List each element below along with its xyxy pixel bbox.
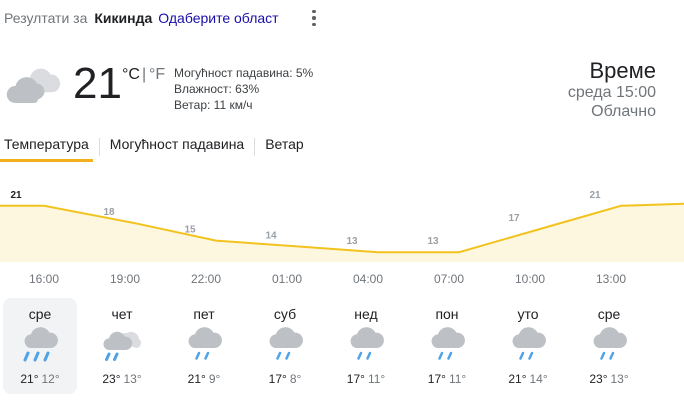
temperature-data-label: 18	[103, 207, 115, 218]
temperature-data-label: 15	[184, 225, 196, 236]
day-temps: 23° 13°	[572, 372, 646, 386]
light-rain-icon	[188, 327, 222, 360]
hour-label: 04:00	[352, 272, 384, 286]
results-prefix: Резултати за	[4, 10, 88, 26]
temperature-data-label: 13	[346, 236, 358, 247]
cloudy-icon	[6, 68, 61, 103]
day-low: 13°	[123, 372, 142, 386]
day-forecast[interactable]: чет 23° 13°	[85, 298, 159, 394]
day-temps: 21° 14°	[491, 372, 565, 386]
day-name: чет	[111, 306, 133, 322]
day-forecast[interactable]: нед 17° 11°	[329, 298, 403, 394]
day-low: 14°	[529, 372, 548, 386]
results-location: Кикинда	[94, 10, 153, 26]
day-name: суб	[273, 306, 297, 322]
hour-label: 07:00	[433, 272, 465, 286]
unit-fahrenheit[interactable]: °F	[149, 66, 165, 84]
humidity: Влажност: 63%	[174, 82, 260, 96]
chart-tabs: Температура Могућност падавина Ветар	[0, 132, 308, 162]
hour-label: 10:00	[514, 272, 546, 286]
hour-label: 16:00	[28, 272, 60, 286]
day-high: 17°	[346, 372, 365, 386]
rain-icon	[23, 327, 58, 362]
tab-precipitation[interactable]: Могућност падавина	[106, 132, 248, 162]
partly-cloudy-rain-icon	[103, 331, 141, 361]
day-forecast[interactable]: суб 17° 8°	[248, 298, 322, 394]
tab-temperature[interactable]: Температура	[0, 132, 93, 162]
temperature-data-label: 14	[265, 230, 277, 241]
day-high: 23°	[102, 372, 121, 386]
wind-speed: Ветар: 11 км/ч	[174, 98, 253, 112]
day-name: сре	[28, 306, 52, 322]
light-rain-icon	[350, 327, 384, 360]
day-name: нед	[354, 306, 378, 322]
current-temperature: 21	[73, 59, 122, 108]
day-temps: 23° 13°	[85, 372, 159, 386]
day-low: 13°	[610, 372, 629, 386]
day-temps: 21° 9°	[167, 372, 241, 386]
light-rain-icon	[431, 327, 465, 360]
light-rain-icon	[512, 327, 546, 360]
light-rain-icon	[593, 327, 627, 360]
weather-condition: Облачно	[591, 103, 656, 120]
hour-label: 01:00	[271, 272, 303, 286]
day-low: 12°	[41, 372, 60, 386]
hour-label: 22:00	[190, 272, 222, 286]
change-area-link[interactable]: Одаберите област	[158, 10, 278, 26]
results-bar: Резултати за Кикинда Одаберите област	[4, 9, 279, 27]
day-name: сре	[597, 306, 621, 322]
day-high: 21°	[187, 372, 206, 386]
day-temps: 17° 8°	[248, 372, 322, 386]
tab-divider	[254, 138, 256, 156]
day-high: 17°	[427, 372, 446, 386]
precipitation-chance: Могућност падавина: 5%	[174, 66, 314, 80]
tab-wind[interactable]: Ветар	[261, 132, 308, 162]
temperature-data-label: 21	[10, 190, 22, 201]
hour-label: 19:00	[109, 272, 141, 286]
day-temps: 17° 11°	[410, 372, 484, 386]
more-options-icon[interactable]	[306, 9, 322, 27]
day-high: 21°	[508, 372, 527, 386]
temperature-data-label: 21	[589, 190, 601, 201]
day-high: 17°	[268, 372, 287, 386]
hour-label: 13:00	[595, 272, 627, 286]
day-name: пет	[193, 306, 215, 322]
hour-labels: 16:00 19:00 22:00 01:00 04:00 07:00 10:0…	[0, 272, 684, 288]
day-temps: 17° 11°	[329, 372, 403, 386]
light-rain-icon	[269, 327, 303, 360]
unit-separator: |	[142, 66, 147, 83]
day-forecast[interactable]: пет 21° 9°	[167, 298, 241, 394]
day-low: 9°	[208, 372, 221, 386]
day-name: уто	[517, 306, 539, 322]
temperature-chart: 21 18 15 14 13 13 17 21	[0, 190, 684, 262]
temperature-data-label: 13	[427, 236, 439, 247]
temperature-data-label: 17	[508, 213, 520, 224]
day-low: 11°	[448, 372, 467, 386]
day-forecast[interactable]: уто 21° 14°	[491, 298, 565, 394]
tab-divider	[98, 138, 100, 156]
unit-celsius[interactable]: °C	[122, 66, 140, 84]
day-forecast[interactable]: сре 21° 12°	[3, 298, 77, 394]
weather-title: Време	[589, 58, 656, 83]
day-high: 23°	[589, 372, 608, 386]
day-low: 8°	[289, 372, 302, 386]
day-name: пон	[435, 306, 459, 322]
day-temps: 21° 12°	[3, 372, 77, 386]
day-forecast[interactable]: сре 23° 13°	[572, 298, 646, 394]
day-forecast[interactable]: пон 17° 11°	[410, 298, 484, 394]
weather-time: среда 15:00	[567, 84, 656, 101]
day-low: 11°	[367, 372, 386, 386]
weather-details: Могућност падавина: 5% Влажност: 63% Вет…	[174, 65, 313, 113]
day-high: 21°	[20, 372, 39, 386]
